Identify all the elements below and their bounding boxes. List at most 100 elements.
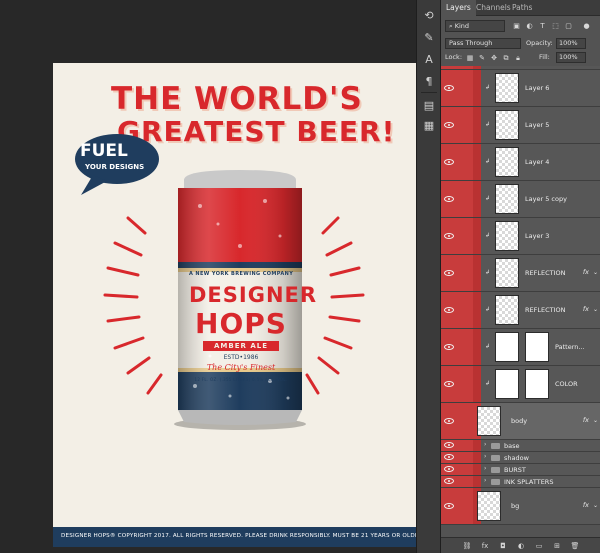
group-row[interactable]: › BURST [441, 464, 600, 476]
layer-name: Layer 3 [525, 232, 550, 240]
visibility-toggle[interactable] [441, 255, 457, 291]
layer-name: COLOR [555, 380, 578, 388]
chevron-right-icon[interactable]: › [484, 453, 486, 460]
layer-row-selected[interactable]: body fx ⌄ [441, 403, 600, 440]
folder-icon [491, 467, 500, 473]
layer-row[interactable]: ↲ Layer 6 [441, 70, 600, 107]
clip-arrow-icon: ↲ [485, 121, 491, 128]
clip-column [473, 476, 481, 487]
visibility-toggle[interactable] [441, 107, 457, 143]
layer-name: Layer 6 [525, 84, 550, 92]
tab-paths[interactable]: Paths [507, 0, 537, 16]
fx-badge[interactable]: fx [583, 305, 589, 313]
visibility-toggle[interactable] [441, 181, 457, 217]
new-group-icon[interactable]: ▭ [533, 540, 545, 552]
layer-name: REFLECTION [525, 306, 566, 314]
layer-body: body fx ⌄ [477, 403, 600, 439]
properties-icon[interactable]: ▤ [419, 96, 439, 114]
lock-transparent-icon[interactable]: ▦ [465, 53, 475, 63]
chevron-down-icon[interactable]: ⌄ [593, 417, 598, 424]
add-style-icon[interactable]: fx [479, 540, 491, 552]
opacity-input[interactable]: 100% [556, 38, 586, 49]
history-icon[interactable]: ⟲ [419, 6, 439, 24]
visibility-toggle[interactable] [441, 476, 457, 487]
chevron-right-icon[interactable]: › [484, 465, 486, 472]
clip-column [473, 218, 481, 254]
lock-all-icon[interactable]: 🔒︎ [513, 53, 523, 63]
layers-list[interactable]: ↲ Layer 6 ↲ Layer 5 ↲ Layer 4 ↲ Layer 5 … [441, 66, 600, 537]
eye-icon [444, 307, 454, 313]
fx-badge[interactable]: fx [583, 268, 589, 276]
link-column [457, 366, 473, 402]
visibility-toggle[interactable] [441, 66, 457, 69]
lock-position-icon[interactable]: ✥ [489, 53, 499, 63]
visibility-toggle[interactable] [441, 452, 457, 463]
group-row[interactable]: › shadow [441, 452, 600, 464]
lock-artboard-icon[interactable]: ⧉ [501, 53, 511, 63]
layer-row[interactable]: bg fx ⌄ [441, 488, 600, 525]
layer-row[interactable]: ↲ Layer 4 [441, 144, 600, 181]
layer-row[interactable]: ↲ REFLECTION fx ⌄ [441, 292, 600, 329]
layer-row[interactable]: ↲ REFLECTION fx ⌄ [441, 255, 600, 292]
chevron-right-icon[interactable]: › [484, 477, 486, 484]
chevron-down-icon[interactable]: ⌄ [593, 269, 598, 276]
folder-icon [491, 443, 500, 449]
visibility-toggle[interactable] [441, 292, 457, 328]
visibility-toggle[interactable] [441, 144, 457, 180]
layer-row[interactable]: ↲ Layer 5 [441, 107, 600, 144]
new-layer-icon[interactable]: ⊞ [551, 540, 563, 552]
chevron-down-icon[interactable]: ⌄ [593, 306, 598, 313]
shape-filter-icon[interactable]: ⬚ [550, 20, 561, 32]
blend-mode-select[interactable]: Pass Through [445, 38, 521, 49]
chevron-down-icon[interactable]: ⌄ [593, 502, 598, 509]
visibility-toggle[interactable] [441, 366, 457, 402]
canvas-area[interactable]: THE WORLD'S GREATEST BEER! FUEL YOUR DES… [0, 0, 416, 553]
clip-column [473, 70, 481, 106]
chevron-right-icon[interactable]: › [484, 441, 486, 448]
adjustment-layer-icon[interactable]: ◐ [515, 540, 527, 552]
fill-label: Fill: [539, 53, 550, 61]
layer-row[interactable]: ↲ Layer 3 [441, 218, 600, 255]
smart-object-filter-icon[interactable]: ▢ [563, 20, 574, 32]
opacity-label: Opacity: [526, 39, 553, 47]
link-column [457, 488, 473, 524]
fill-input[interactable]: 100% [556, 52, 586, 63]
clip-arrow-icon: ↲ [485, 158, 491, 165]
visibility-toggle[interactable] [441, 464, 457, 475]
layer-row[interactable]: ↲ Layer 5 copy [441, 181, 600, 218]
paragraph-icon[interactable]: ¶ [419, 72, 439, 90]
trash-icon[interactable]: 🗑︎ [569, 540, 581, 552]
eye-icon [444, 381, 454, 387]
link-layers-icon[interactable]: ⛓ [461, 540, 473, 552]
visibility-toggle[interactable] [441, 218, 457, 254]
can-established: ESTD•1986 [223, 354, 259, 361]
fx-badge[interactable]: fx [583, 416, 589, 424]
fx-badge[interactable]: fx [583, 501, 589, 509]
layer-row[interactable]: ↲ COLOR [441, 366, 600, 403]
filter-kind-select[interactable]: ⌕ Kind [445, 20, 505, 32]
visibility-toggle[interactable] [441, 403, 457, 439]
layer-row[interactable]: ↲ Pattern... [441, 329, 600, 366]
eye-icon [444, 196, 454, 202]
pixel-filter-icon[interactable]: ▣ [511, 20, 522, 32]
character-icon[interactable]: A [419, 50, 439, 68]
adjustment-filter-icon[interactable]: ◐ [524, 20, 535, 32]
clip-arrow-icon: ↲ [485, 343, 491, 350]
libraries-icon[interactable]: ▦ [419, 116, 439, 134]
group-row[interactable]: › base [441, 440, 600, 452]
visibility-toggle[interactable] [441, 329, 457, 365]
visibility-toggle[interactable] [441, 488, 457, 524]
clip-arrow-icon: ↲ [485, 232, 491, 239]
type-filter-icon[interactable]: T [537, 20, 548, 32]
lock-pixels-icon[interactable]: ✎ [477, 53, 487, 63]
filter-toggle-icon[interactable]: ● [581, 20, 592, 32]
layer-name: Pattern... [555, 343, 585, 351]
layer-body: ↲ REFLECTION fx ⌄ [481, 255, 600, 291]
visibility-toggle[interactable] [441, 70, 457, 106]
add-mask-icon[interactable]: ◘ [497, 540, 509, 552]
layer-name: REFLECTION [525, 269, 566, 277]
poster-document[interactable]: THE WORLD'S GREATEST BEER! FUEL YOUR DES… [53, 63, 416, 547]
brush-settings-icon[interactable]: ✎ [419, 28, 439, 46]
group-row[interactable]: › INK SPLATTERS [441, 476, 600, 488]
visibility-toggle[interactable] [441, 440, 457, 451]
